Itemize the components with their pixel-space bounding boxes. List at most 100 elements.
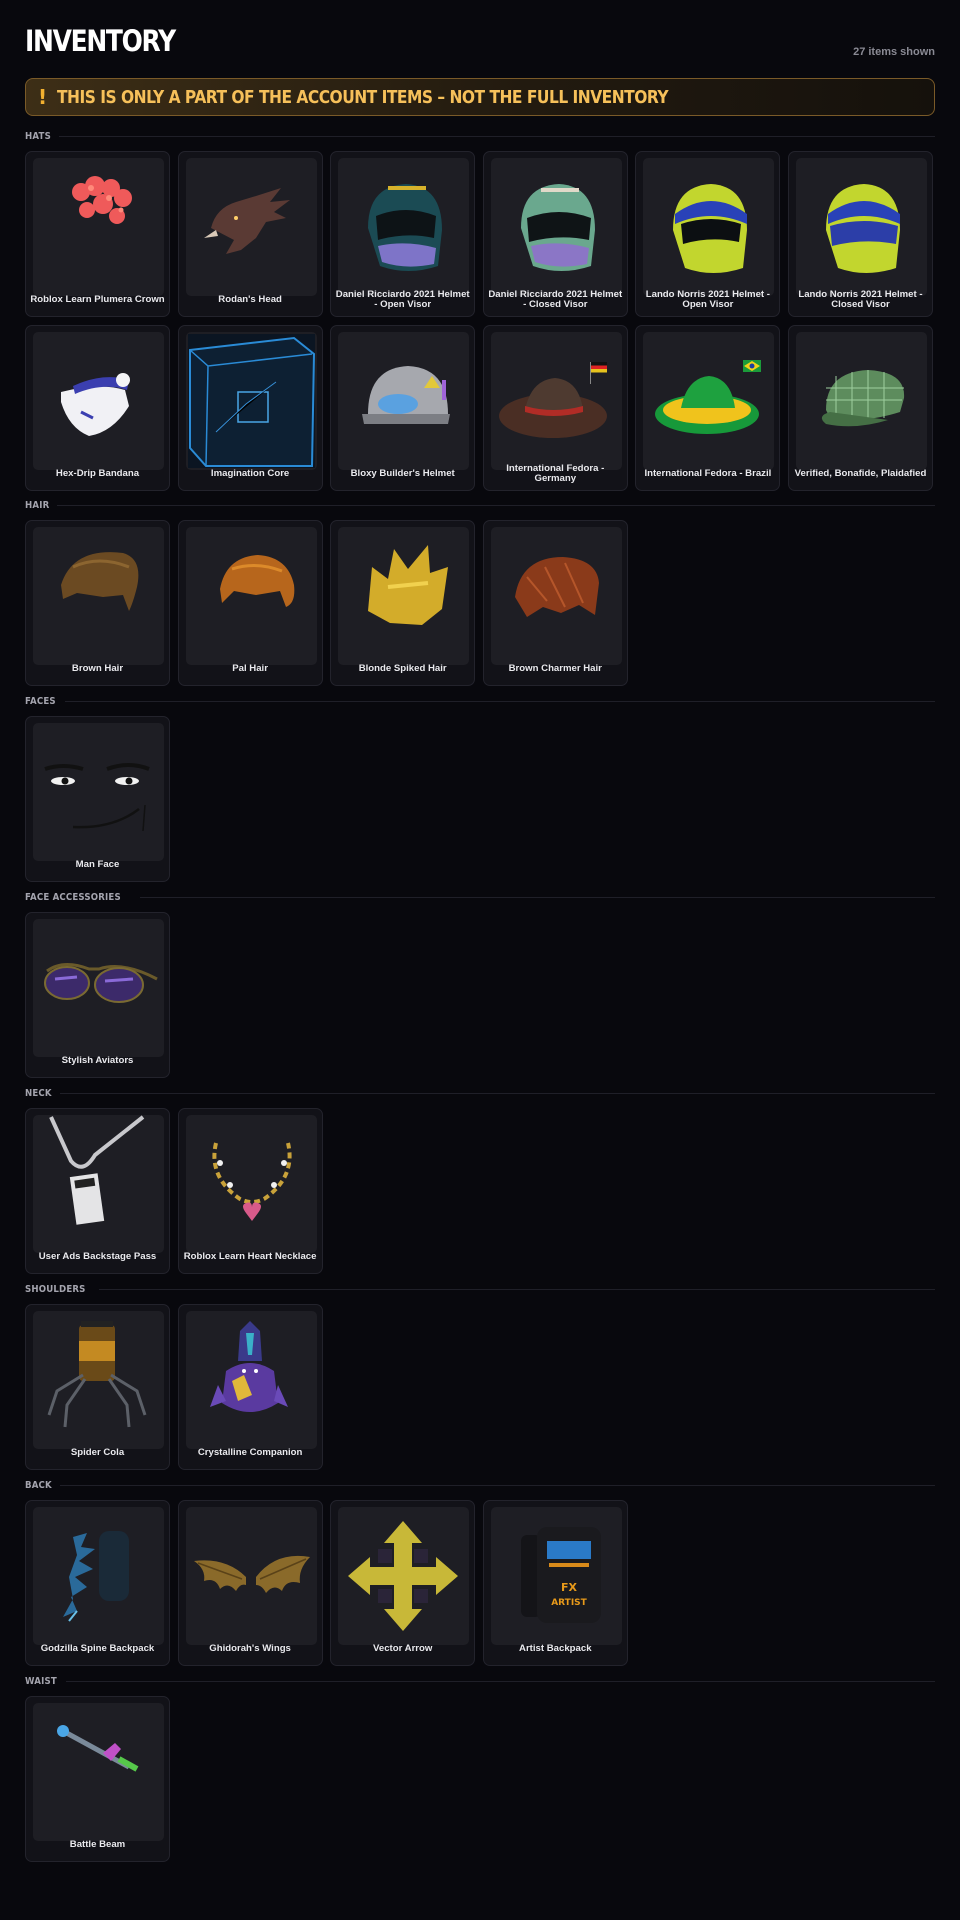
helmet-icon (490, 158, 622, 296)
item-name: Roblox Learn Heart Necklace (183, 1250, 317, 1262)
section-title: HATS (25, 130, 51, 142)
item-card[interactable]: Imagination Core (177, 325, 323, 491)
item-name: Battle Beam (69, 1838, 126, 1850)
bandana-icon (33, 332, 164, 470)
item-card[interactable]: Ghidorah's Wings (177, 1500, 323, 1666)
section-title: BACK (25, 1479, 52, 1491)
lanyard-pass-icon (33, 1115, 164, 1253)
beam-sword-icon (33, 1703, 164, 1841)
item-card[interactable]: Daniel Ricciardo 2021 Helmet - Closed Vi… (482, 151, 628, 317)
plaid-cap-icon (795, 332, 927, 470)
item-card[interactable]: International Fedora - Germany (482, 325, 628, 491)
section-title: FACE ACCESSORIES (25, 891, 121, 903)
item-card[interactable]: International Fedora - Brazil (635, 325, 781, 491)
arrows-icon (338, 1507, 470, 1645)
item-name: Imagination Core (210, 467, 290, 479)
item-name: Brown Charmer Hair (508, 662, 602, 674)
hair-icon (33, 527, 164, 665)
item-name: Bloxy Builder's Helmet (350, 467, 455, 479)
page-title: INVENTORY (25, 24, 176, 58)
spiked-hair-icon (338, 527, 470, 665)
item-card[interactable]: Crystalline Companion (177, 1304, 323, 1470)
item-name: Crystalline Companion (197, 1446, 303, 1458)
wings-icon (185, 1507, 317, 1645)
item-card[interactable]: Pal Hair (177, 520, 323, 686)
item-name: Lando Norris 2021 Helmet - Closed Visor (798, 288, 923, 310)
item-card[interactable]: Verified, Bonafide, Plaidafied (787, 325, 933, 491)
section-waist: WAIST Battle Beam (25, 1672, 935, 1862)
item-name: Hex-Drip Bandana (55, 467, 140, 479)
item-name: Godzilla Spine Backpack (40, 1642, 155, 1654)
fedora-icon (490, 332, 622, 470)
item-name: Brown Hair (71, 662, 124, 674)
spine-backpack-icon (33, 1507, 164, 1645)
item-card[interactable]: User Ads Backstage Pass (25, 1108, 170, 1274)
helmet-icon (643, 158, 775, 296)
section-back: BACK Godzilla Spine Backpack Ghidorah's … (25, 1476, 935, 1666)
item-card[interactable]: Lando Norris 2021 Helmet - Closed Visor (787, 151, 933, 317)
item-card[interactable]: Vector Arrow (330, 1500, 476, 1666)
section-hats: HATS Roblox Learn Plumera Crown Rodan's … (25, 127, 935, 491)
item-card[interactable]: Man Face (25, 716, 170, 882)
item-name: Daniel Ricciardo 2021 Helmet - Closed Vi… (488, 288, 623, 310)
item-card[interactable]: FX ARTIST Artist Backpack (482, 1500, 628, 1666)
svg-text:ARTIST: ARTIST (551, 1598, 587, 1608)
section-neck: NECK User Ads Backstage Pass Roblox Lear… (25, 1084, 935, 1274)
item-name: Vector Arrow (373, 1642, 433, 1654)
item-name: Ghidorah's Wings (209, 1642, 291, 1654)
item-card[interactable]: Brown Hair (25, 520, 170, 686)
helmet-icon (338, 158, 470, 296)
cube-icon (185, 332, 317, 470)
necklace-icon (185, 1115, 317, 1253)
item-card[interactable]: Brown Charmer Hair (482, 520, 628, 686)
item-name: International Fedora - Brazil (644, 467, 772, 479)
rodan-head-icon (185, 158, 317, 296)
section-title: WAIST (25, 1675, 57, 1687)
item-name: Pal Hair (232, 662, 268, 674)
face-icon (33, 723, 164, 861)
item-card[interactable]: Hex-Drip Bandana (25, 325, 170, 491)
item-card[interactable]: Bloxy Builder's Helmet (330, 325, 476, 491)
item-card[interactable]: Lando Norris 2021 Helmet - Open Visor (635, 151, 781, 317)
exclamation-icon: ! (38, 85, 48, 109)
section-title: FACES (25, 695, 56, 707)
item-name: Rodan's Head (218, 293, 282, 305)
crystal-companion-icon (185, 1311, 317, 1449)
section-hair: HAIR Brown Hair Pal Hair Blonde Spiked H… (25, 496, 935, 686)
backpack-icon: FX ARTIST (490, 1507, 622, 1645)
section-title: HAIR (25, 499, 50, 511)
section-face-accessories: FACE ACCESSORIES Stylish Aviators (25, 888, 935, 1078)
hair-icon (490, 527, 622, 665)
item-card[interactable]: Roblox Learn Heart Necklace (177, 1108, 323, 1274)
item-name: Lando Norris 2021 Helmet - Open Visor (645, 288, 770, 310)
item-card[interactable]: Roblox Learn Plumera Crown (25, 151, 170, 317)
item-card[interactable]: Stylish Aviators (25, 912, 170, 1078)
section-title: SHOULDERS (25, 1283, 86, 1295)
banner-text: THIS IS ONLY A PART OF THE ACCOUNT ITEMS… (57, 86, 669, 108)
plumeria-crown-icon (33, 158, 164, 296)
item-name: Daniel Ricciardo 2021 Helmet - Open Viso… (335, 288, 470, 310)
item-name: Roblox Learn Plumera Crown (30, 293, 165, 305)
item-name: Artist Backpack (519, 1642, 592, 1654)
item-name: User Ads Backstage Pass (38, 1250, 157, 1262)
item-card[interactable]: Daniel Ricciardo 2021 Helmet - Open Viso… (330, 151, 476, 317)
items-count: 27 items shown (853, 46, 935, 58)
item-card[interactable]: Spider Cola (25, 1304, 170, 1470)
item-card[interactable]: Rodan's Head (177, 151, 323, 317)
section-shoulders: SHOULDERS Spider Cola Crystalline Compan… (25, 1280, 935, 1470)
item-card[interactable]: Battle Beam (25, 1696, 170, 1862)
spider-cola-icon (33, 1311, 164, 1449)
section-faces: FACES Man Face (25, 692, 935, 882)
warning-banner: ! THIS IS ONLY A PART OF THE ACCOUNT ITE… (25, 78, 935, 116)
section-title: NECK (25, 1087, 52, 1099)
fedora-icon (643, 332, 775, 470)
item-name: International Fedora - Germany (506, 462, 605, 484)
item-name: Verified, Bonafide, Plaidafied (794, 467, 927, 479)
item-name: Man Face (75, 858, 120, 870)
hair-icon (185, 527, 317, 665)
item-name: Stylish Aviators (61, 1054, 134, 1066)
hard-hat-icon (338, 332, 470, 470)
item-card[interactable]: Blonde Spiked Hair (330, 520, 476, 686)
item-card[interactable]: Godzilla Spine Backpack (25, 1500, 170, 1666)
helmet-icon (795, 158, 927, 296)
